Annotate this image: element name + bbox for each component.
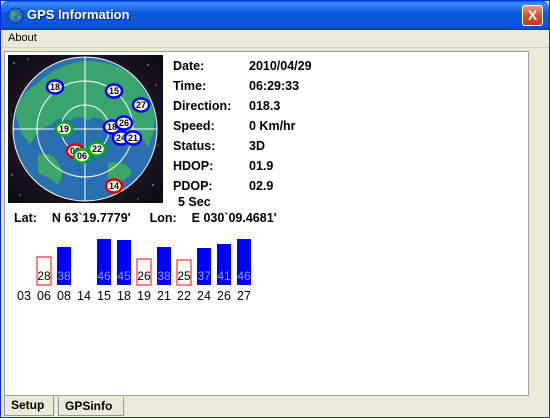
sat-id-label-19: 19 xyxy=(137,289,151,303)
status-value: 3D xyxy=(249,139,265,153)
lat-label: Lat: xyxy=(14,211,37,225)
lon-value: E 030`09.4681' xyxy=(191,211,277,225)
svg-text:18: 18 xyxy=(50,82,60,92)
svg-text:14: 14 xyxy=(109,181,119,191)
lon-label: Lon: xyxy=(149,211,177,225)
gps-info-panel: 18 15 27 19 18 26 24 21 06 22 06 14 Date: 2010/04/2… xyxy=(4,51,529,396)
snr-value-24: 37 xyxy=(197,269,211,283)
svg-text:22: 22 xyxy=(92,144,102,154)
svg-text:27: 27 xyxy=(136,100,146,110)
menu-about[interactable]: About xyxy=(8,32,37,44)
globe-icon xyxy=(7,7,24,24)
speed-label: Speed: xyxy=(173,119,215,133)
hdop-label: HDOP: xyxy=(173,159,214,173)
sat-id-label-15: 15 xyxy=(97,289,111,303)
svg-text:21: 21 xyxy=(128,133,138,143)
date-label: Date: xyxy=(173,59,205,73)
skyplot-sat-22: 22 xyxy=(87,141,107,157)
date-value: 2010/04/29 xyxy=(249,59,312,73)
skyplot-sat-06: 06 xyxy=(72,148,92,164)
time-label: Time: xyxy=(173,79,207,93)
snr-value-15: 46 xyxy=(97,269,111,283)
svg-text:19: 19 xyxy=(59,124,69,134)
time-value: 06:29:33 xyxy=(249,79,300,93)
sat-id-label-14: 14 xyxy=(77,289,91,303)
close-button[interactable]: X xyxy=(522,5,543,26)
sat-id-label-18: 18 xyxy=(117,289,131,303)
snr-value-27: 46 xyxy=(237,269,251,283)
direction-value: 018.3 xyxy=(249,99,281,113)
snr-value-06: 28 xyxy=(37,269,51,283)
sat-id-label-08: 08 xyxy=(57,289,71,303)
direction-label: Direction: xyxy=(173,99,232,113)
lat-lon-readout: Lat: N 63`19.7779' Lon: E 030`09.4681' xyxy=(14,211,277,225)
svg-text:15: 15 xyxy=(109,86,119,96)
skyplot-sat-15: 15 xyxy=(104,83,124,99)
satellite-skyplot: 181527191826242106220614 xyxy=(8,55,163,203)
menu-bar: About xyxy=(2,30,549,48)
status-label: Status: xyxy=(173,139,216,153)
speed-value: 0 Km/hr xyxy=(249,119,296,133)
snr-value-19: 26 xyxy=(137,269,151,283)
skyplot-sat-19: 19 xyxy=(54,121,74,137)
title-bar[interactable]: GPS Information X xyxy=(1,1,549,30)
vertical-scrollbar[interactable] xyxy=(532,49,549,398)
snr-value-18: 45 xyxy=(117,269,131,283)
snr-value-08: 38 xyxy=(57,269,71,283)
sat-id-label-27: 27 xyxy=(237,289,251,303)
svg-text:26: 26 xyxy=(119,118,129,128)
pdop-value: 02.9 xyxy=(249,179,274,193)
gps-info-window: GPS Information X About 18 15 27 19 18 2… xyxy=(0,0,550,418)
satellite-signal-chart: 03 28 06 38 08 14 46 15 45 18 26 19 38 21 25 22 37 24 41 26… xyxy=(17,239,251,303)
window-title: GPS Information xyxy=(27,7,130,22)
sat-id-label-22: 22 xyxy=(177,289,191,303)
skyplot-sat-14: 14 xyxy=(104,178,124,194)
snr-value-21: 38 xyxy=(157,269,171,283)
hdop-value: 01.9 xyxy=(249,159,274,173)
update-interval: 5 Sec xyxy=(178,195,211,209)
skyplot-sat-18: 18 xyxy=(45,79,65,95)
skyplot-sat-21: 21 xyxy=(123,130,143,146)
sat-id-label-06: 06 xyxy=(37,289,51,303)
skyplot-sat-26: 26 xyxy=(114,115,134,131)
tab-gpsinfo[interactable]: GPSinfo xyxy=(58,397,124,416)
sat-id-label-03: 03 xyxy=(17,289,31,303)
pdop-label: PDOP: xyxy=(173,179,213,193)
skyplot-sat-27: 27 xyxy=(131,97,151,113)
sat-id-label-26: 26 xyxy=(217,289,231,303)
sat-id-label-24: 24 xyxy=(197,289,211,303)
tab-setup[interactable]: Setup xyxy=(4,396,54,416)
sat-id-label-21: 21 xyxy=(157,289,171,303)
svg-text:06: 06 xyxy=(77,151,87,161)
snr-value-26: 41 xyxy=(217,269,231,283)
snr-value-22: 25 xyxy=(177,269,191,283)
lat-value: N 63`19.7779' xyxy=(51,211,131,225)
